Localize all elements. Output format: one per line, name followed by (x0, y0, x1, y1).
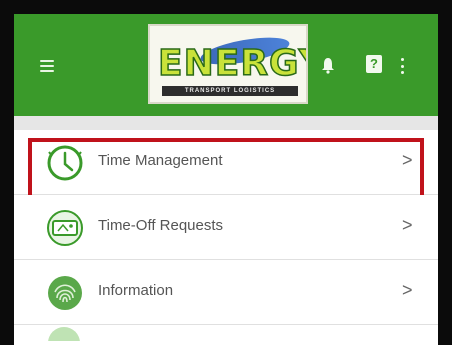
logo-subtext: TRANSPORT LOGISTICS (162, 86, 298, 96)
hamburger-menu-icon[interactable] (40, 60, 54, 72)
more-options-icon[interactable] (400, 58, 404, 74)
fingerprint-icon (48, 276, 82, 310)
list-item-partial[interactable] (14, 325, 438, 345)
chevron-right-icon: > (402, 280, 413, 300)
bell-icon[interactable] (320, 56, 336, 74)
partial-icon (48, 327, 80, 341)
list-item-information[interactable]: Information > (14, 260, 438, 325)
app-bar: ENERGY TRANSPORT LOGISTICS ? (14, 14, 438, 116)
list-item-time-management[interactable]: Time Management > (14, 130, 438, 202)
phone-frame: ENERGY TRANSPORT LOGISTICS ? Time Manage… (0, 0, 452, 345)
menu-list: Time Management > Time-Off Requests > In… (14, 130, 438, 345)
ticket-icon (47, 210, 83, 246)
energy-logo: ENERGY TRANSPORT LOGISTICS (148, 24, 308, 104)
help-icon[interactable]: ? (366, 55, 382, 73)
list-item-label: Time-Off Requests (98, 217, 224, 234)
list-item-label: Information (98, 282, 174, 299)
list-item-time-off-requests[interactable]: Time-Off Requests > (14, 195, 438, 260)
chevron-right-icon: > (402, 215, 413, 235)
highlight-box (28, 138, 424, 202)
logo-text: ENERGY (157, 43, 306, 84)
header-separator (14, 116, 438, 130)
